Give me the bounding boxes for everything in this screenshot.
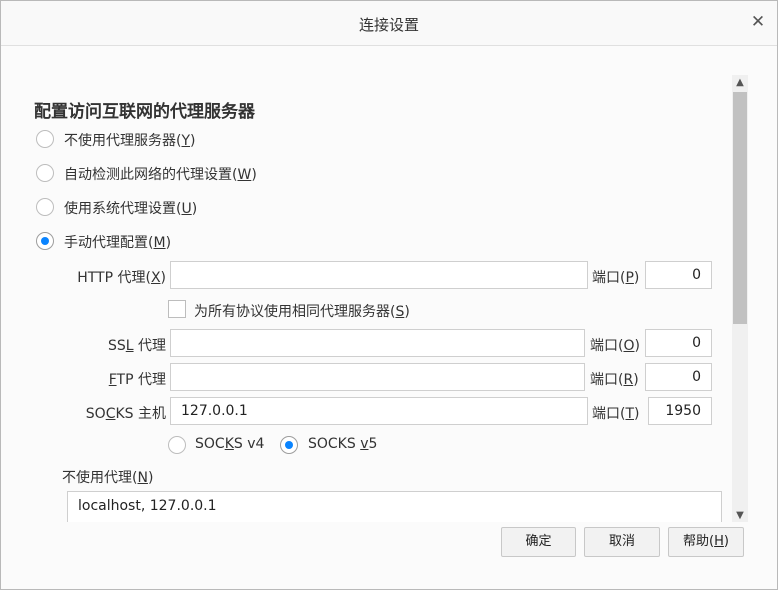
radio-no-proxy[interactable]	[36, 130, 54, 148]
no-proxy-textarea[interactable]: localhost, 127.0.0.1	[67, 491, 722, 522]
dialog-content: 配置访问互联网的代理服务器 不使用代理服务器(Y) 自动检测此网络的代理设置(W…	[1, 46, 777, 522]
help-button[interactable]: 帮助(H)	[668, 527, 744, 557]
radio-manual-proxy[interactable]	[36, 232, 54, 250]
radio-auto-detect-label[interactable]: 自动检测此网络的代理设置(W)	[64, 164, 257, 184]
scrollbar-thumb[interactable]	[733, 92, 747, 324]
share-proxy-label[interactable]: 为所有协议使用相同代理服务器(S)	[194, 301, 410, 321]
http-port-input[interactable]: 0	[645, 261, 712, 289]
title-bar: 连接设置 ✕	[1, 1, 777, 46]
ssl-port-input[interactable]: 0	[645, 329, 712, 357]
no-proxy-label: 不使用代理(N)	[62, 470, 154, 486]
radio-socks-v4[interactable]	[168, 436, 186, 454]
socks-port-label: 端口(T)	[592, 406, 640, 422]
radio-no-proxy-label[interactable]: 不使用代理服务器(Y)	[64, 130, 196, 150]
radio-socks-v5[interactable]	[280, 436, 298, 454]
close-icon[interactable]: ✕	[747, 11, 769, 33]
scroll-down-icon[interactable]: ▼	[732, 508, 748, 522]
radio-auto-detect[interactable]	[36, 164, 54, 182]
radio-system-proxy[interactable]	[36, 198, 54, 216]
ftp-proxy-input[interactable]	[170, 363, 585, 391]
socks-host-label: SOCKS 主机	[85, 406, 166, 422]
socks-port-input[interactable]: 1950	[648, 397, 712, 425]
radio-system-proxy-label[interactable]: 使用系统代理设置(U)	[64, 198, 197, 218]
ftp-port-input[interactable]: 0	[645, 363, 712, 391]
http-proxy-input[interactable]	[170, 261, 588, 289]
content-scrollbar[interactable]: ▲ ▼	[732, 75, 748, 522]
ssl-proxy-label: SSL 代理	[107, 338, 166, 354]
scroll-up-icon[interactable]: ▲	[732, 75, 748, 91]
section-heading: 配置访问互联网的代理服务器	[34, 102, 255, 122]
dialog-title: 连接设置	[358, 16, 419, 34]
radio-manual-proxy-label[interactable]: 手动代理配置(M)	[64, 232, 171, 252]
ftp-proxy-label: FTP 代理	[108, 372, 166, 388]
http-proxy-label: HTTP 代理(X)	[77, 270, 166, 286]
ssl-port-label: 端口(O)	[590, 338, 640, 354]
share-proxy-checkbox[interactable]	[168, 300, 186, 318]
connection-settings-dialog: 连接设置 ✕ 配置访问互联网的代理服务器 不使用代理服务器(Y) 自动检测此网络…	[0, 0, 778, 590]
socks-host-input[interactable]: 127.0.0.1	[170, 397, 588, 425]
radio-socks-v5-label[interactable]: SOCKS v5	[308, 436, 377, 452]
http-port-label: 端口(P)	[592, 270, 640, 286]
ok-button[interactable]: 确定	[501, 527, 576, 557]
ssl-proxy-input[interactable]	[170, 329, 585, 357]
radio-socks-v4-label[interactable]: SOCKS v4	[195, 436, 264, 452]
ftp-port-label: 端口(R)	[590, 372, 639, 388]
cancel-button[interactable]: 取消	[584, 527, 660, 557]
